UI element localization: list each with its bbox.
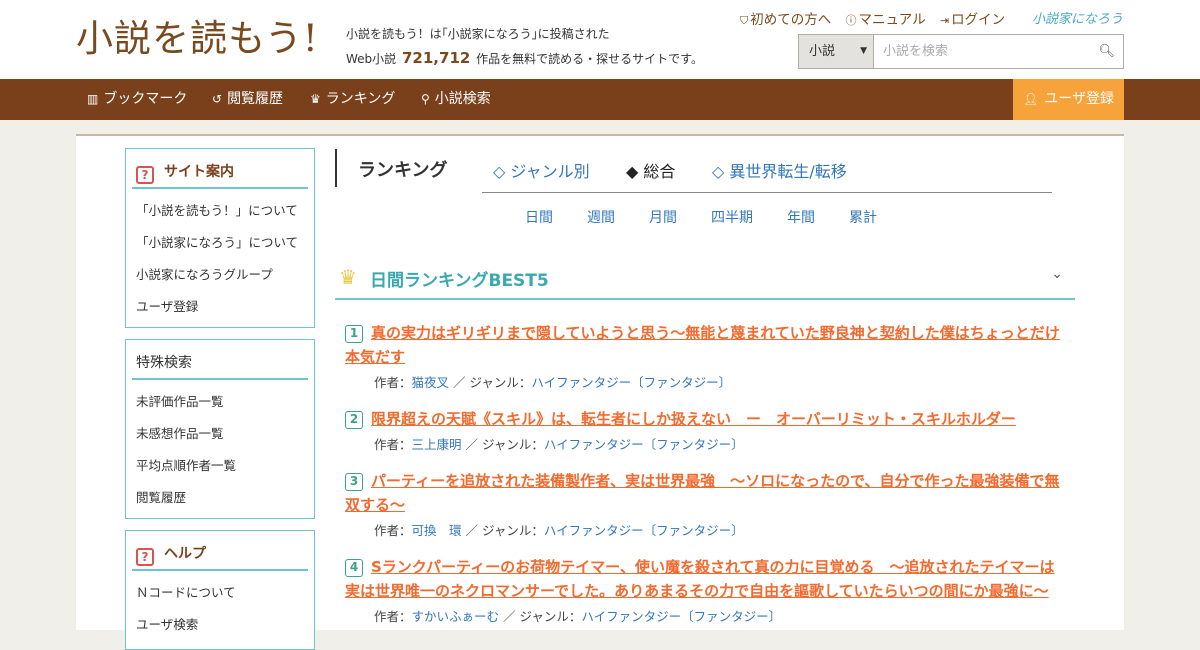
- genre-link[interactable]: ハイファンタジー〔ファンタジー〕: [581, 609, 781, 624]
- user-register-button[interactable]: 👤︎ ユーザ登録: [1013, 79, 1124, 120]
- main-container: ? サイト案内 「小説を読もう！」について 「小説家になろう」について 小説家にな…: [76, 134, 1124, 650]
- ranking-entry: 3 パーティーを追放された装備製作者、実は世界最強 ～ソロになったので、自分で作っ…: [345, 469, 1070, 539]
- description-suffix: 作品を無料で読める・探せるサイトです。: [476, 52, 703, 66]
- rank-number: 2: [345, 411, 363, 429]
- search-box: 小説 ▼ 小説を検索 🔍︎: [798, 34, 1124, 69]
- site-logo[interactable]: 小説を読もう!: [76, 14, 319, 64]
- sidebar-item-user-register[interactable]: ユーザ登録: [136, 291, 314, 323]
- sidebar-item-user-search[interactable]: ユーザ検索: [136, 609, 314, 641]
- manual-link[interactable]: ⓘ マニュアル: [846, 12, 926, 28]
- search-type-select[interactable]: 小説 ▼: [799, 35, 874, 68]
- login-icon: ⇥: [939, 14, 950, 27]
- author-link[interactable]: 三上康明: [412, 437, 462, 452]
- caret-down-icon: ▼: [860, 46, 867, 56]
- user-icon: 👤︎: [1023, 92, 1039, 106]
- shield-icon: ⛉: [740, 14, 749, 27]
- ranking-entry: 1 真の実力はギリギリまで隠していようと思う～無能と蔑まれていた野良神と契約した僕…: [345, 321, 1070, 391]
- entry-meta: 作者：すかいふぁーむ ／ ジャンル：ハイファンタジー〔ファンタジー〕: [374, 609, 782, 624]
- sidebar-item-no-impressions[interactable]: 未感想作品一覧: [136, 418, 314, 450]
- top-links: ⛉ 初めての方へ ⓘ マニュアル ⇥ ログイン: [740, 8, 1015, 28]
- author-link[interactable]: 可換 環: [412, 523, 462, 538]
- description-line-2: Web小説 721,712 作品を無料で読める・探せるサイトです。: [346, 46, 703, 71]
- entry-meta: 作者：猫夜叉 ／ ジャンル：ハイファンタジー〔ファンタジー〕: [374, 375, 732, 390]
- entry-title-block: 1 真の実力はギリギリまで隠していようと思う～無能と蔑まれていた野良神と契約した僕…: [345, 321, 1070, 369]
- tab-isekai[interactable]: ◇ 異世界転生/転移: [712, 158, 847, 182]
- entry-title-block: 3 パーティーを追放された装備製作者、実は世界最強 ～ソロになったので、自分で作っ…: [345, 469, 1070, 517]
- period-total[interactable]: 累計: [849, 207, 877, 227]
- novel-title-link[interactable]: Sランクパーティーのお荷物テイマー、使い魔を殺されて真の力に目覚める ～追放され…: [371, 558, 1055, 576]
- genre-link[interactable]: ハイファンタジー〔ファンタジー〕: [544, 523, 744, 538]
- novel-title-link[interactable]: パーティーを追放された装備製作者、実は世界最強 ～ソロになったので、自分で作った…: [371, 472, 1060, 490]
- period-monthly[interactable]: 月間: [649, 207, 677, 227]
- site-guide-title: ? サイト案内: [132, 155, 308, 189]
- help-title: ? ヘルプ: [132, 537, 308, 571]
- ranking-title-bar: [335, 149, 337, 187]
- novel-count: 721,712: [402, 49, 471, 67]
- nav-bookmark[interactable]: ▥ ブックマーク: [87, 79, 187, 120]
- period-weekly[interactable]: 週間: [587, 207, 615, 227]
- nav-history[interactable]: ↺ 閲覧履歴: [212, 79, 283, 120]
- novel-title-link-cont[interactable]: 双する～: [345, 496, 405, 514]
- genre-link[interactable]: ハイファンタジー〔ファンタジー〕: [531, 375, 731, 390]
- genre-link[interactable]: ハイファンタジー〔ファンタジー〕: [544, 437, 744, 452]
- search-icon[interactable]: 🔍︎: [1098, 35, 1115, 68]
- beginner-link[interactable]: ⛉ 初めての方へ: [740, 12, 831, 28]
- help-circle-icon: ⓘ: [845, 14, 857, 27]
- sidebar-item-about-yomou[interactable]: 「小説を読もう！」について: [136, 195, 314, 227]
- entry-meta: 作者：可換 環 ／ ジャンル：ハイファンタジー〔ファンタジー〕: [374, 523, 744, 538]
- crown-icon: ♛: [310, 92, 321, 106]
- nav-search[interactable]: ⚲ 小説検索: [421, 79, 491, 120]
- description-prefix: Web小説: [346, 52, 397, 66]
- main-nav: ▥ ブックマーク ↺ 閲覧履歴 ♛ ランキング ⚲ 小説検索 👤︎ ユーザ登録: [0, 79, 1200, 120]
- login-link[interactable]: ⇥ ログイン: [940, 12, 1005, 28]
- author-link[interactable]: すかいふぁーむ: [412, 609, 500, 624]
- search-input[interactable]: 小説を検索: [883, 35, 1093, 68]
- description-line-1: 小説を読もう！は｢小説家になろう｣に投稿された: [346, 27, 610, 41]
- ranking-entry: 2 限界超えの天賦《スキル》は、転生者にしか扱えない ー オーバーリミット・スキル…: [345, 407, 1070, 453]
- sidebar-item-about-narou[interactable]: 「小説家になろう」について: [136, 227, 314, 259]
- novel-title-link[interactable]: 限界超えの天賦《スキル》は、転生者にしか扱えない ー オーバーリミット・スキルホ…: [371, 410, 1016, 428]
- question-icon: ?: [136, 166, 154, 184]
- search-icon: ⚲: [421, 92, 430, 106]
- site-guide-box: ? サイト案内 「小説を読もう！」について 「小説家になろう」について 小説家にな…: [125, 148, 315, 328]
- period-daily[interactable]: 日間: [525, 207, 553, 227]
- special-search-box: 特殊検索 未評価作品一覧 未感想作品一覧 平均点順作者一覧 閲覧履歴: [125, 339, 315, 519]
- help-box: ? ヘルプ Ｎコードについて ユーザ検索: [125, 530, 315, 650]
- tab-genre[interactable]: ◇ ジャンル別: [493, 158, 590, 182]
- question-icon: ?: [136, 548, 154, 566]
- tab-overall[interactable]: ◆ 総合: [626, 158, 675, 182]
- history-icon: ↺: [212, 92, 223, 106]
- author-link[interactable]: 猫夜叉: [412, 375, 450, 390]
- sidebar-item-unrated[interactable]: 未評価作品一覧: [136, 386, 314, 418]
- rank-number: 1: [345, 325, 363, 343]
- novel-title-link-cont[interactable]: 本気だす: [345, 348, 405, 366]
- narou-partner-logo[interactable]: 小説家になろう: [1032, 8, 1123, 27]
- entry-title-block: 2 限界超えの天賦《スキル》は、転生者にしか扱えない ー オーバーリミット・スキル…: [345, 407, 1070, 431]
- special-search-title: 特殊検索: [132, 346, 308, 380]
- sidebar-item-history[interactable]: 閲覧履歴: [136, 482, 314, 514]
- site-header: 小説を読もう! 小説を読もう！は｢小説家になろう｣に投稿された Web小説 72…: [0, 0, 1200, 79]
- ranking-title: ランキング: [358, 160, 448, 181]
- ranking-entry: 4 Sランクパーティーのお荷物テイマー、使い魔を殺されて真の力に目覚める ～追放さ…: [345, 555, 1070, 625]
- period-quarterly[interactable]: 四半期: [711, 207, 753, 227]
- daily-best-header[interactable]: ♛ 日間ランキングBEST5 ⌄: [335, 258, 1075, 300]
- rank-number: 3: [345, 473, 363, 491]
- period-yearly[interactable]: 年間: [787, 207, 815, 227]
- nav-ranking[interactable]: ♛ ランキング: [310, 79, 395, 120]
- novel-title-link[interactable]: 真の実力はギリギリまで隠していようと思う～無能と蔑まれていた野良神と契約した僕は…: [371, 324, 1060, 342]
- entry-title-block: 4 Sランクパーティーのお荷物テイマー、使い魔を殺されて真の力に目覚める ～追放さ…: [345, 555, 1070, 603]
- chevron-down-icon[interactable]: ⌄: [1051, 266, 1063, 282]
- daily-best-title: 日間ランキングBEST5: [370, 271, 549, 291]
- bookmark-icon: ▥: [87, 92, 99, 106]
- tab-divider: [482, 192, 1052, 193]
- entry-meta: 作者：三上康明 ／ ジャンル：ハイファンタジー〔ファンタジー〕: [374, 437, 744, 452]
- sidebar-item-ncode[interactable]: Ｎコードについて: [136, 577, 314, 609]
- sidebar-item-narou-group[interactable]: 小説家になろうグループ: [136, 259, 314, 291]
- rank-number: 4: [345, 559, 363, 577]
- crown-icon: ♛: [339, 265, 357, 289]
- site-description: 小説を読もう！は｢小説家になろう｣に投稿された Web小説 721,712 作品…: [346, 22, 703, 71]
- sidebar-item-avg-authors[interactable]: 平均点順作者一覧: [136, 450, 314, 482]
- novel-title-link-cont[interactable]: 実は世界唯一のネクロマンサーでした。ありあまるその力で自由を謳歌していたらいつの…: [345, 582, 1049, 600]
